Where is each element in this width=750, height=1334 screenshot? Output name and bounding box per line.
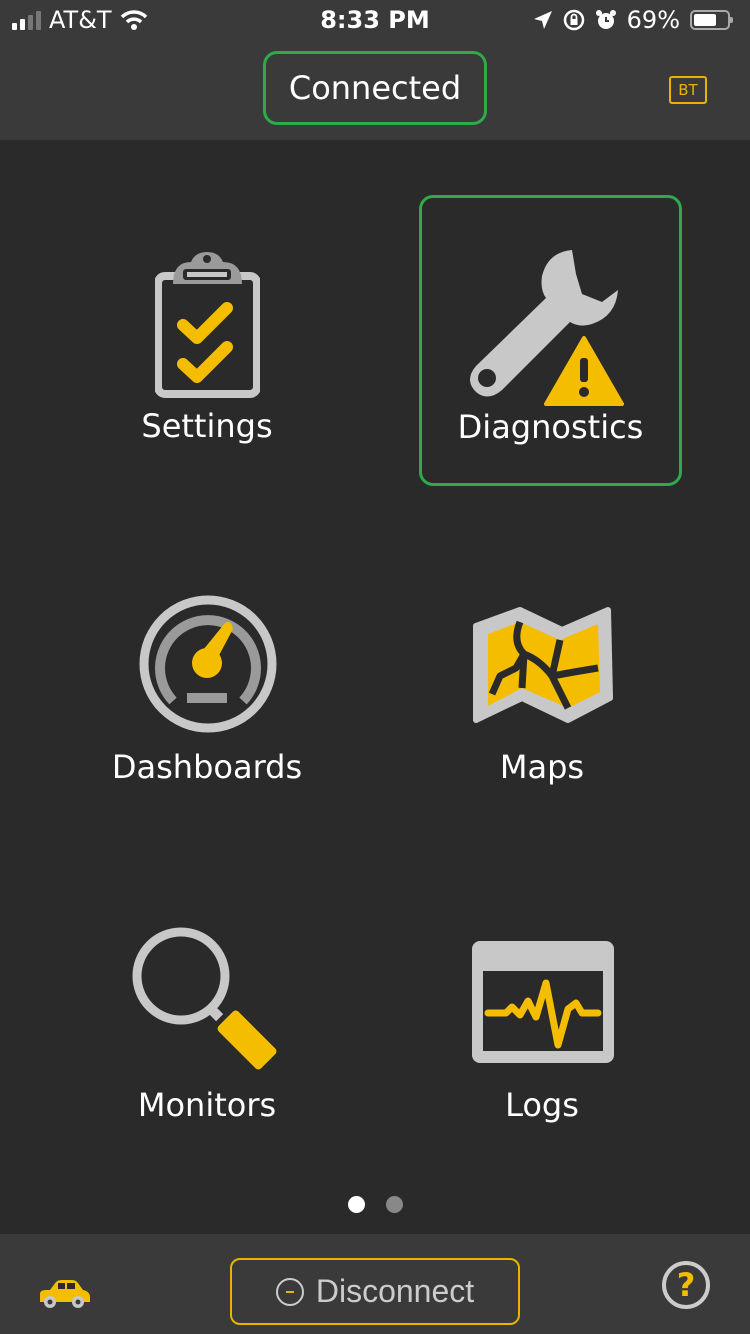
battery-icon — [690, 10, 733, 30]
tile-label: Diagnostics — [457, 408, 644, 446]
battery-percent: 69% — [626, 6, 680, 34]
tile-maps[interactable]: Maps — [412, 530, 672, 820]
tile-diagnostics[interactable]: Diagnostics — [419, 195, 682, 486]
tile-monitors[interactable]: Monitors — [77, 868, 337, 1158]
disconnect-label: Disconnect — [315, 1273, 475, 1309]
gauge-icon — [139, 595, 277, 733]
question-icon: ? — [676, 1266, 696, 1304]
page-dot-2[interactable] — [385, 1196, 403, 1213]
wrench-warning-icon — [470, 250, 624, 406]
disconnect-button[interactable]: Disconnect — [230, 1258, 520, 1325]
page-indicator[interactable] — [0, 1196, 750, 1213]
header-bar: Connected BT — [0, 40, 750, 140]
tile-label: Logs — [505, 1086, 579, 1124]
magnifier-icon — [132, 927, 277, 1070]
page-dot-1[interactable] — [347, 1196, 365, 1213]
connection-status-button[interactable]: Connected — [263, 51, 487, 125]
alarm-icon — [595, 10, 616, 29]
car-icon[interactable] — [36, 1278, 92, 1308]
tile-dashboards[interactable]: Dashboards — [77, 530, 337, 820]
clipboard-checklist-icon — [155, 252, 260, 398]
log-waveform-icon — [472, 941, 614, 1063]
bottom-bar: Disconnect ? — [0, 1234, 750, 1334]
help-button[interactable]: ? — [662, 1261, 710, 1309]
map-icon — [473, 607, 613, 723]
tile-settings[interactable]: Settings — [77, 195, 337, 485]
tile-label: Dashboards — [111, 748, 303, 786]
tile-logs[interactable]: Logs — [412, 868, 672, 1158]
status-bar: AT&T 8:33 PM 69% — [0, 0, 750, 40]
location-icon — [533, 11, 552, 29]
bluetooth-badge[interactable]: BT — [669, 76, 707, 104]
tile-label: Settings — [141, 407, 273, 445]
tile-label: Monitors — [137, 1086, 277, 1124]
tile-label: Maps — [499, 748, 585, 786]
minus-circle-icon — [275, 1277, 304, 1306]
rotation-lock-icon — [563, 9, 584, 31]
